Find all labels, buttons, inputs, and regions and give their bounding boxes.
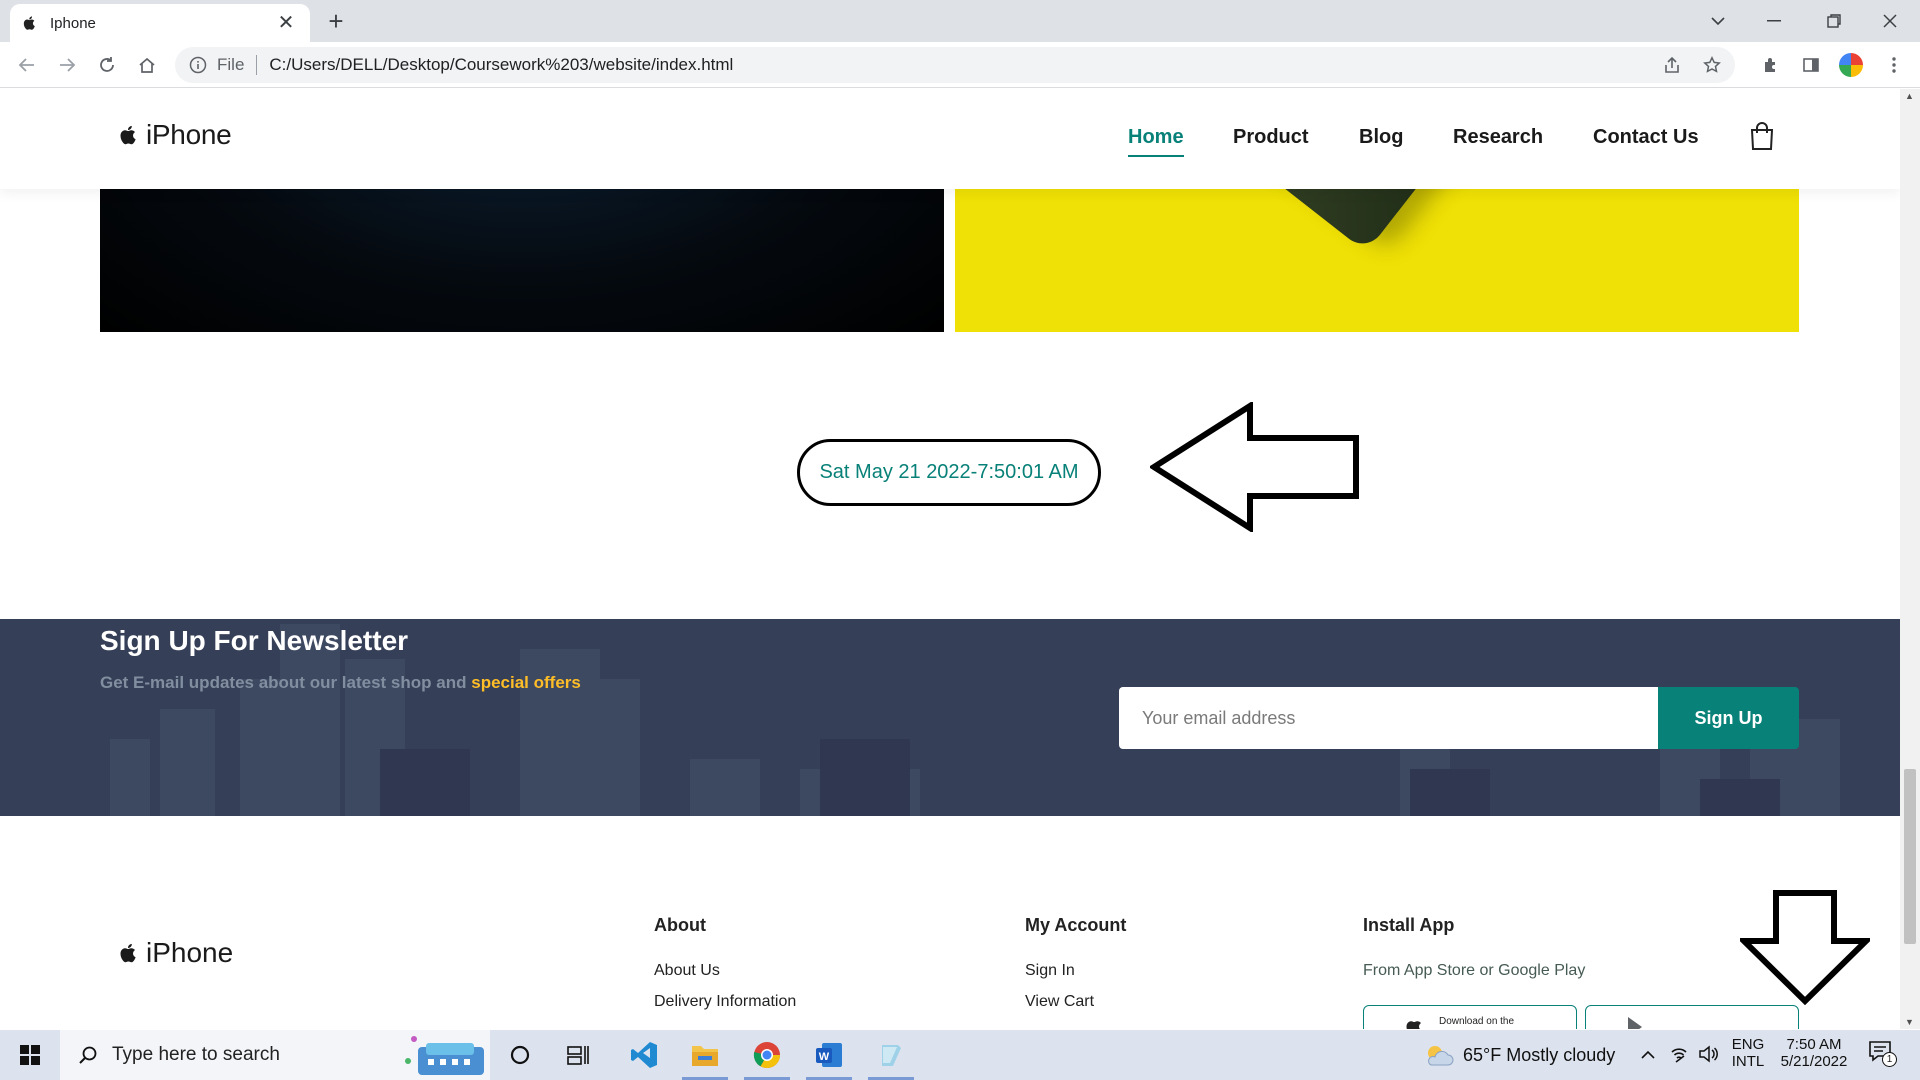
apple-logo-icon <box>120 943 136 963</box>
newsletter-subtitle-text: Get E-mail updates about our latest shop… <box>100 673 467 692</box>
search-highlight-illustration <box>405 1036 484 1075</box>
arrow-left-icon <box>1150 402 1359 532</box>
url-scheme: File <box>217 55 245 74</box>
app-store-label: Download on the <box>1439 1016 1515 1027</box>
reload-icon[interactable] <box>93 51 121 79</box>
footer-account-title: My Account <box>1025 915 1127 935</box>
close-window-icon[interactable] <box>1862 0 1918 42</box>
footer-link-view-cart[interactable]: View Cart <box>1025 993 1094 1011</box>
taskbar-search-box[interactable]: Type here to search <box>60 1030 490 1080</box>
url-text: C:/Users/DELL/Desktop/Coursework%203/web… <box>269 55 734 74</box>
site-brand: iPhone <box>146 119 232 150</box>
side-panel-icon[interactable] <box>1797 51 1825 79</box>
arrow-down-icon <box>1740 890 1870 1005</box>
tab-close-icon[interactable]: ✕ <box>274 13 298 33</box>
nav-blog[interactable]: Blog <box>1359 126 1403 149</box>
home-icon[interactable] <box>133 51 161 79</box>
svg-text:W: W <box>819 1051 830 1063</box>
url-separator <box>256 55 258 75</box>
datetime-display: Sat May 21 2022-7:50:01 AM <box>797 439 1101 506</box>
page-scrollbar[interactable]: ▲ ▼ <box>1900 89 1920 1029</box>
windows-logo-icon <box>20 1045 40 1065</box>
nav-contact-us[interactable]: Contact Us <box>1593 126 1699 149</box>
scroll-down-icon[interactable]: ▼ <box>1905 1017 1914 1027</box>
special-offers-highlight: special offers <box>471 673 581 692</box>
google-play-icon <box>1628 1017 1642 1029</box>
newsletter-subtitle: Get E-mail updates about our latest shop… <box>100 673 581 693</box>
google-play-button[interactable] <box>1585 1005 1799 1029</box>
share-icon[interactable] <box>1657 47 1687 83</box>
footer-install-title: Install App <box>1363 915 1455 935</box>
language-code: ENG <box>1731 1036 1765 1053</box>
tab-title: Iphone <box>50 14 96 32</box>
footer-link-about-us[interactable]: About Us <box>654 962 720 980</box>
apple-logo-icon <box>1406 1021 1421 1029</box>
minimize-icon[interactable] <box>1746 0 1802 42</box>
bookmark-star-icon[interactable] <box>1697 47 1727 83</box>
site-logo[interactable]: iPhone <box>118 119 232 151</box>
file-explorer-icon[interactable] <box>676 1030 734 1080</box>
footer-link-sign-in[interactable]: Sign In <box>1025 962 1075 980</box>
footer-link-delivery[interactable]: Delivery Information <box>654 993 796 1011</box>
network-icon[interactable] <box>1670 1045 1688 1063</box>
notification-count: 1 <box>1882 1052 1897 1067</box>
forward-icon[interactable] <box>53 51 81 79</box>
chrome-icon[interactable] <box>738 1030 796 1080</box>
back-icon[interactable] <box>13 51 41 79</box>
newsletter-title: Sign Up For Newsletter <box>100 625 409 656</box>
taskbar-search-placeholder: Type here to search <box>112 1044 280 1065</box>
info-icon[interactable] <box>189 56 207 74</box>
footer-logo[interactable]: iPhone <box>118 937 233 969</box>
notepad-icon[interactable] <box>862 1030 920 1080</box>
page-viewport: Sat May 21 2022-7:50:01 AM Sign Up For N… <box>0 89 1900 1029</box>
notifications-icon[interactable]: 1 <box>1868 1040 1900 1070</box>
apple-logo-icon <box>23 16 35 30</box>
scrollbar-thumb[interactable] <box>1904 769 1916 944</box>
app-store-button[interactable]: Download on the <box>1363 1005 1577 1029</box>
newsletter-email-input[interactable] <box>1119 687 1659 749</box>
address-bar[interactable]: File C:/Users/DELL/Desktop/Coursework%20… <box>175 47 1735 83</box>
clock[interactable]: 7:50 AM 5/21/2022 <box>1774 1036 1854 1070</box>
nav-product[interactable]: Product <box>1233 126 1309 149</box>
browser-tabstrip: Iphone ✕ + <box>0 0 1920 42</box>
windows-taskbar: Type here to search W 65°F Mostly cloudy… <box>0 1030 1920 1080</box>
scroll-up-icon[interactable]: ▲ <box>1905 91 1914 101</box>
profile-avatar[interactable] <box>1837 51 1865 79</box>
weather-cloud-icon[interactable] <box>1424 1043 1454 1067</box>
restore-icon[interactable] <box>1806 0 1862 42</box>
browser-toolbar: File C:/Users/DELL/Desktop/Coursework%20… <box>0 42 1920 88</box>
chevron-up-icon[interactable] <box>1640 1048 1656 1060</box>
site-header: iPhone Home Product Blog Research Contac… <box>0 89 1900 189</box>
cortana-icon[interactable] <box>491 1030 549 1080</box>
task-view-icon[interactable] <box>549 1030 607 1080</box>
extensions-icon[interactable] <box>1757 51 1785 79</box>
search-icon <box>79 1046 97 1064</box>
vscode-icon[interactable] <box>615 1030 673 1080</box>
keyboard-layout: INTL <box>1731 1053 1765 1070</box>
footer-brand: iPhone <box>146 937 234 968</box>
nav-home[interactable]: Home <box>1128 126 1184 157</box>
windows-start-button[interactable] <box>0 1030 60 1080</box>
volume-icon[interactable] <box>1698 1045 1718 1063</box>
menu-kebab-icon[interactable] <box>1880 51 1908 79</box>
newsletter-signup-button[interactable]: Sign Up <box>1658 687 1799 749</box>
new-tab-icon[interactable]: + <box>322 8 350 36</box>
clock-date: 5/21/2022 <box>1780 1053 1848 1070</box>
apple-logo-icon <box>120 125 136 145</box>
tab-search-icon[interactable] <box>1690 0 1746 42</box>
nav-research[interactable]: Research <box>1453 126 1543 149</box>
shopping-bag-icon[interactable] <box>1749 121 1775 151</box>
clock-time: 7:50 AM <box>1786 1036 1842 1053</box>
weather-text[interactable]: 65°F Mostly cloudy <box>1463 1045 1615 1066</box>
browser-tab[interactable]: Iphone ✕ <box>10 4 310 42</box>
word-icon[interactable]: W <box>800 1030 858 1080</box>
footer-about-title: About <box>654 915 706 935</box>
language-indicator[interactable]: ENG INTL <box>1728 1036 1768 1070</box>
footer-install-subtitle: From App Store or Google Play <box>1363 962 1586 979</box>
